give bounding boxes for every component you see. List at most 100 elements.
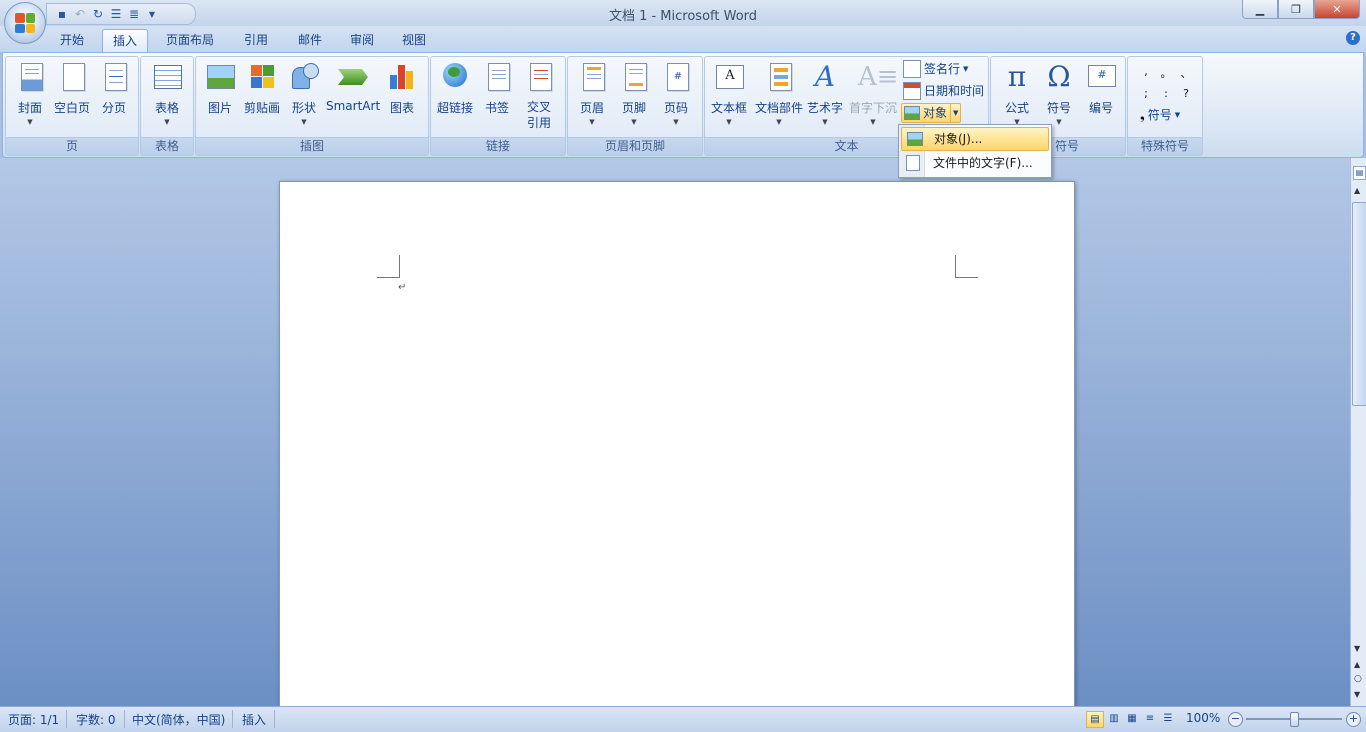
wordart-button[interactable]: A 艺术字 ▼ xyxy=(805,61,845,133)
scroll-thumb[interactable] xyxy=(1352,202,1366,406)
status-bar: 页面: 1/1 字数: 0 中文(简体，中国) 插入 ▤ ▥ ▦ ≡ ☰ 100… xyxy=(0,706,1366,732)
cover-page-button[interactable]: 封面 ▼ xyxy=(10,61,50,133)
special-char[interactable]: : xyxy=(1156,87,1176,100)
menu-item-object[interactable]: 对象(J)... xyxy=(901,127,1049,151)
wordart-icon: A xyxy=(814,60,836,93)
vertical-scrollbar[interactable]: ▤ ▲ ▼ ▲ ○ ▼ xyxy=(1350,158,1366,706)
margin-corner-right xyxy=(955,255,978,278)
previous-page-icon[interactable]: ▲ xyxy=(1354,660,1360,669)
title-bar: 文档 1 - Microsoft Word ▁ ❐ ✕ xyxy=(0,0,1366,26)
undo-icon[interactable]: ↶ xyxy=(73,7,87,21)
quick-parts-icon xyxy=(764,61,794,93)
group-label-illustrations: 插图 xyxy=(196,137,428,155)
tab-insert[interactable]: 插入 xyxy=(102,29,148,52)
comma-icon: ❟ xyxy=(1140,108,1145,122)
zoom-in-icon[interactable]: + xyxy=(1346,712,1361,727)
signature-line-button[interactable]: 签名行 ▼ xyxy=(903,59,968,79)
bookmark-button[interactable]: 书签 xyxy=(477,61,517,133)
page-number-button[interactable]: # 页码 ▼ xyxy=(656,61,696,133)
save-icon[interactable]: ▪ xyxy=(55,7,69,21)
browse-object-icon[interactable]: ○ xyxy=(1354,674,1362,684)
page-break-button[interactable]: 分页 xyxy=(94,61,134,133)
special-char[interactable]: 、 xyxy=(1176,65,1196,81)
group-label-page: 页 xyxy=(6,137,138,155)
table-button[interactable]: 表格 ▼ xyxy=(147,61,187,133)
footer-icon xyxy=(619,61,649,93)
zoom-slider[interactable] xyxy=(1246,712,1342,727)
textbox-button[interactable]: A 文本框 ▼ xyxy=(709,61,749,133)
group-page: 封面 ▼ 空白页 分页 页 xyxy=(5,56,139,156)
status-language[interactable]: 中文(简体，中国) xyxy=(132,711,225,728)
document-page[interactable]: ↵ xyxy=(279,181,1075,713)
margin-corner-left xyxy=(377,255,400,278)
equation-button[interactable]: π 公式 ▼ xyxy=(997,61,1037,133)
tab-review[interactable]: 审阅 xyxy=(340,29,384,51)
paragraph-mark: ↵ xyxy=(398,282,407,293)
status-page[interactable]: 页面: 1/1 xyxy=(8,711,59,728)
tab-page-layout[interactable]: 页面布局 xyxy=(158,29,222,51)
date-time-button[interactable]: 日期和时间 xyxy=(903,81,984,101)
special-char[interactable]: ? xyxy=(1176,87,1196,100)
close-button[interactable]: ✕ xyxy=(1314,0,1360,19)
object-icon xyxy=(907,132,923,146)
picture-button[interactable]: 图片 xyxy=(200,61,240,133)
tab-view[interactable]: 视图 xyxy=(392,29,436,51)
zoom-level[interactable]: 100% xyxy=(1186,711,1220,725)
menu-item-text-from-file[interactable]: 文件中的文字(F)... xyxy=(901,152,1049,174)
header-button[interactable]: 页眉 ▼ xyxy=(572,61,612,133)
drop-cap-button[interactable]: A≡ 首字下沉 ▼ xyxy=(849,61,899,133)
redo-icon[interactable]: ↻ xyxy=(91,7,105,21)
chevron-down-icon: ▼ xyxy=(1174,111,1181,119)
restore-button[interactable]: ❐ xyxy=(1278,0,1314,19)
shapes-button[interactable]: 形状 ▼ xyxy=(284,61,324,133)
numbering-button[interactable]: # 编号 xyxy=(1081,61,1121,133)
special-symbol-button[interactable]: ❟ 符号 ▼ xyxy=(1140,105,1180,125)
help-icon[interactable]: ? xyxy=(1346,31,1360,45)
zoom-out-icon[interactable]: − xyxy=(1228,712,1243,727)
special-char[interactable]: , xyxy=(1136,65,1156,81)
next-page-icon[interactable]: ▼ xyxy=(1354,690,1360,699)
clipart-button[interactable]: 剪贴画 xyxy=(242,61,282,133)
status-insert-mode[interactable]: 插入 xyxy=(242,711,266,728)
zoom-slider-thumb[interactable] xyxy=(1290,712,1299,727)
quick-parts-button[interactable]: 文档部件 ▼ xyxy=(755,61,803,133)
group-illustrations: 图片 剪贴画 形状 ▼ SmartArt 图表 插图 xyxy=(195,56,429,156)
symbol-button[interactable]: Ω 符号 ▼ xyxy=(1039,61,1079,133)
object-icon xyxy=(904,106,920,120)
print-layout-icon[interactable]: ▤ xyxy=(1086,711,1104,728)
shapes-icon xyxy=(289,61,319,93)
object-button[interactable]: 对象 ▼ xyxy=(901,103,962,123)
hyperlink-button[interactable]: 超链接 xyxy=(435,61,475,133)
footer-button[interactable]: 页脚 ▼ xyxy=(614,61,654,133)
tab-references[interactable]: 引用 xyxy=(234,29,278,51)
smartart-button[interactable]: SmartArt xyxy=(326,61,380,133)
group-label-table: 表格 xyxy=(141,137,193,155)
minimize-button[interactable]: ▁ xyxy=(1242,0,1278,19)
scroll-down-icon[interactable]: ▼ xyxy=(1354,644,1360,653)
customize-qat-icon[interactable]: ▼ xyxy=(145,7,159,21)
chevron-down-icon[interactable]: ▼ xyxy=(950,104,958,122)
draft-view-icon[interactable]: ☰ xyxy=(1160,711,1176,726)
tab-mailings[interactable]: 邮件 xyxy=(288,29,332,51)
scroll-up-icon[interactable]: ▲ xyxy=(1354,186,1360,195)
special-char[interactable]: ; xyxy=(1136,87,1156,100)
special-char[interactable]: 。 xyxy=(1156,65,1176,81)
ruler-toggle-icon[interactable]: ▤ xyxy=(1353,166,1366,180)
outline-view-icon[interactable]: ≡ xyxy=(1142,711,1158,726)
chart-button[interactable]: 图表 xyxy=(382,61,422,133)
chevron-down-icon: ▼ xyxy=(301,118,307,126)
special-chars-grid: , 。 、 ; : ? xyxy=(1136,65,1196,100)
cross-reference-button[interactable]: 交叉引用 xyxy=(519,61,559,133)
full-screen-reading-icon[interactable]: ▥ xyxy=(1106,711,1122,726)
indent-icon[interactable]: ≣ xyxy=(127,7,141,21)
bullets-icon[interactable]: ☰ xyxy=(109,7,123,21)
globe-icon xyxy=(440,61,470,93)
tab-home[interactable]: 开始 xyxy=(50,29,94,51)
chevron-down-icon: ▼ xyxy=(27,118,33,126)
office-button[interactable] xyxy=(4,2,46,44)
minimize-icon: ▁ xyxy=(1255,2,1265,16)
blank-page-button[interactable]: 空白页 xyxy=(52,61,92,133)
status-word-count[interactable]: 字数: 0 xyxy=(76,711,116,728)
web-layout-icon[interactable]: ▦ xyxy=(1124,711,1140,726)
pi-icon: π xyxy=(1007,60,1027,93)
